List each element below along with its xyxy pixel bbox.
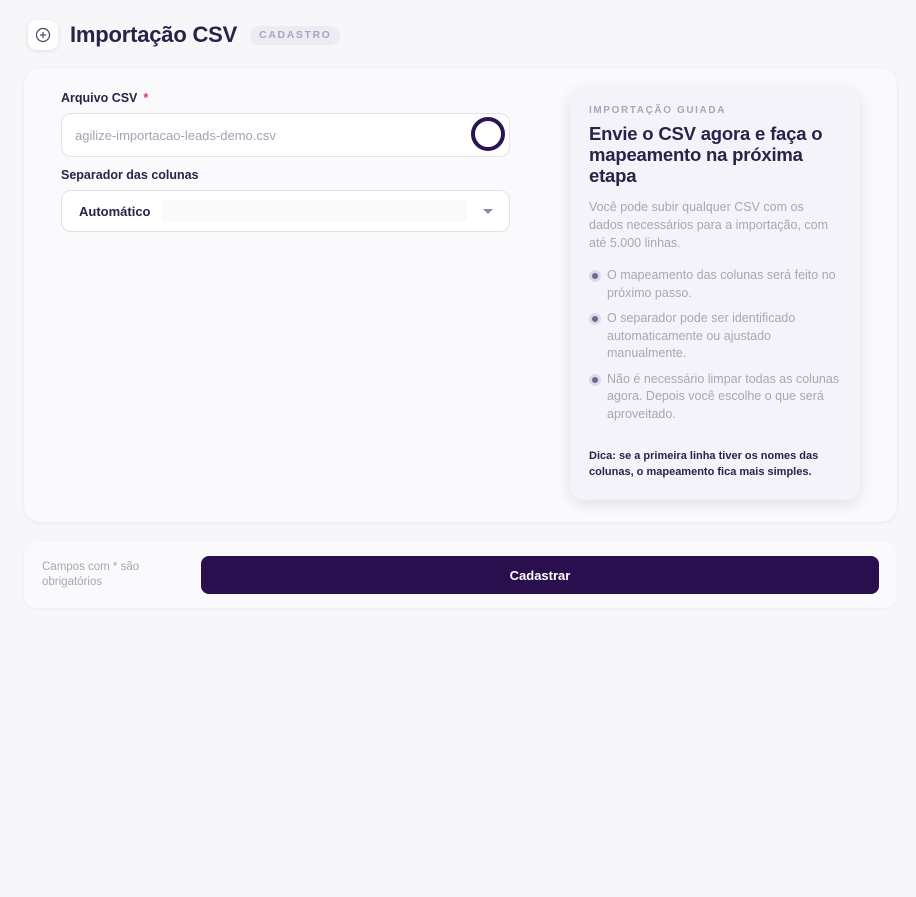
- status-badge: CADASTRO: [250, 25, 341, 45]
- chevron-down-icon[interactable]: [483, 209, 493, 214]
- page-header: Importação CSV CADASTRO: [28, 20, 341, 50]
- separator-selected-value: Automático: [79, 204, 151, 219]
- page: Importação CSV CADASTRO Arquivo CSV * agi…: [0, 0, 916, 897]
- panel-tip: Dica: se a primeira linha tiver os nomes…: [589, 450, 819, 478]
- submit-button[interactable]: Cadastrar: [201, 556, 879, 594]
- bullet-dot-icon: [589, 270, 601, 282]
- form-footer: Campos com * são obrigatórios Cadastrar: [24, 542, 897, 608]
- add-button[interactable]: [28, 20, 58, 50]
- bullet-text: Não é necessário limpar todas as colunas…: [607, 371, 840, 421]
- page-title: Importação CSV: [70, 22, 238, 47]
- list-item: O mapeamento das colunas será feito no p…: [589, 267, 841, 302]
- panel-title: Envie o CSV agora e faça o mapeamento na…: [589, 123, 823, 186]
- bullet-text: O separador pode ser identificado automa…: [607, 311, 796, 360]
- panel-description: Você pode subir qualquer CSV com os dado…: [589, 200, 829, 250]
- panel-eyebrow: IMPORTAÇÃO GUIADA: [589, 105, 727, 116]
- select-highlight: [162, 200, 467, 222]
- separator-select[interactable]: Automático: [61, 190, 510, 232]
- bullet-dot-icon: [589, 313, 601, 325]
- list-item: Não é necessário limpar todas as colunas…: [589, 371, 841, 424]
- upload-spinner-icon[interactable]: [471, 117, 505, 151]
- panel-bullet-list: O mapeamento das colunas será feito no p…: [589, 267, 841, 423]
- file-label-text: Arquivo CSV: [61, 91, 138, 105]
- separator-field-label: Separador das colunas: [61, 168, 199, 182]
- bullet-dot-icon: [589, 373, 601, 386]
- required-fields-note: Campos com * são obrigatórios: [42, 561, 140, 588]
- form-card: Arquivo CSV * agilize-importacao-leads-de…: [24, 68, 897, 522]
- file-name-value: agilize-importacao-leads-demo.csv: [75, 128, 276, 143]
- guided-import-panel: IMPORTAÇÃO GUIADA Envie o CSV agora e fa…: [570, 88, 860, 500]
- required-mark: *: [143, 91, 149, 105]
- file-field-label: Arquivo CSV *: [61, 91, 148, 105]
- bullet-text: O mapeamento das colunas será feito no p…: [607, 268, 836, 300]
- list-item: O separador pode ser identificado automa…: [589, 310, 841, 363]
- file-input[interactable]: agilize-importacao-leads-demo.csv: [61, 113, 510, 157]
- plus-circle-icon: [35, 27, 51, 43]
